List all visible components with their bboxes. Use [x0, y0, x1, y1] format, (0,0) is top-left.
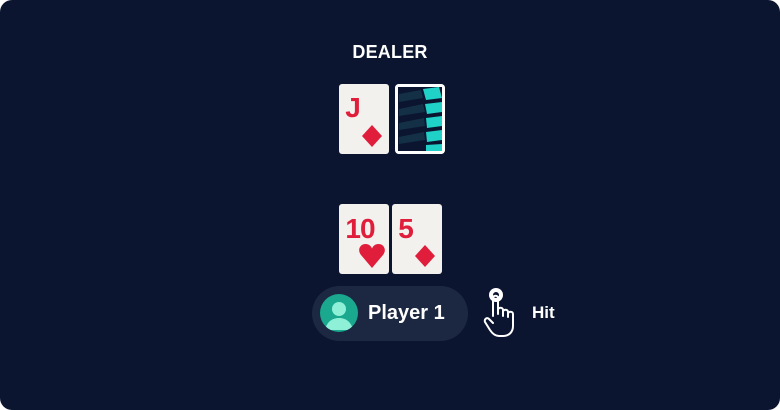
- diamond-icon: [415, 245, 435, 267]
- heart-icon: [359, 244, 385, 268]
- player-card-five-diamonds: 5: [392, 204, 442, 274]
- dealer-card-jack-diamonds: J: [339, 84, 389, 154]
- card-back-pattern-icon: [395, 84, 445, 154]
- card-rank: J: [345, 92, 361, 123]
- tap-hand-icon[interactable]: [480, 286, 520, 345]
- dealer-label: DEALER: [352, 42, 428, 62]
- avatar-icon: [320, 294, 358, 332]
- player-badge: Player 1: [312, 286, 468, 341]
- card-rank: 10: [345, 213, 375, 244]
- hit-button[interactable]: Hit: [532, 303, 555, 323]
- card-rank: 5: [398, 213, 414, 244]
- player-card-ten-hearts: 10: [339, 204, 389, 274]
- game-table: DEALER J 10 5 Player 1 Hit: [0, 0, 780, 410]
- dealer-card-face-down: [395, 84, 445, 154]
- diamond-icon: [362, 125, 382, 147]
- player-name: Player 1: [368, 302, 445, 324]
